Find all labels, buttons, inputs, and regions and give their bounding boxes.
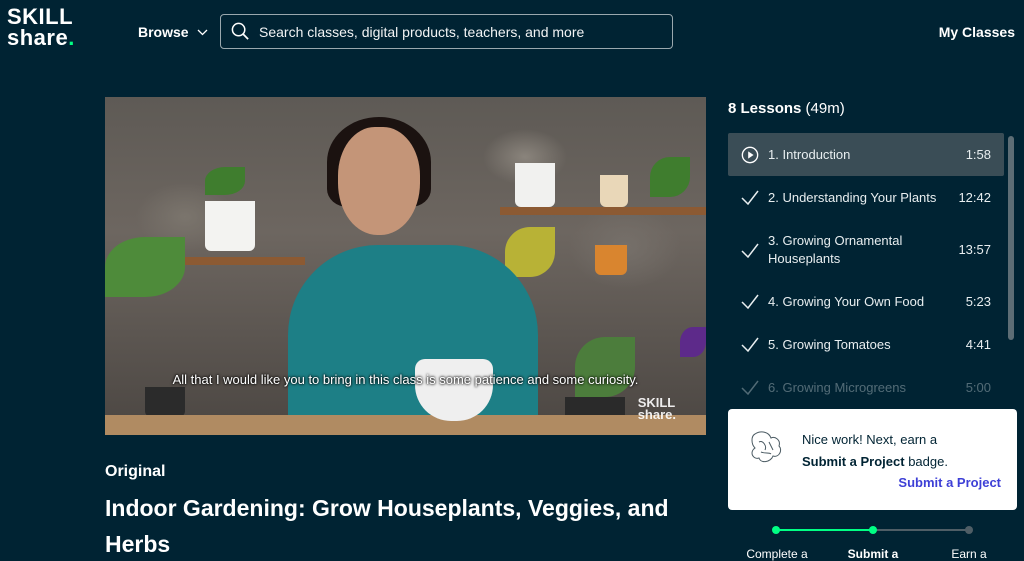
lesson-title: 2. Understanding Your Plants	[768, 190, 937, 205]
lesson-list: 1. Introduction 1:58 2. Understanding Yo…	[728, 133, 1004, 405]
lesson-duration: 5:00	[965, 380, 991, 395]
lesson-count: 8 Lessons	[728, 100, 802, 117]
skillshare-logo[interactable]: SKILL share.	[7, 4, 75, 50]
lesson-list-scrollbar[interactable]	[1008, 136, 1014, 340]
lesson-item[interactable]: 2. Understanding Your Plants 12:42	[728, 176, 1004, 219]
presenter-face	[338, 127, 420, 235]
plant-pot	[600, 175, 628, 207]
top-nav: SKILL share. Browse My Classes	[0, 0, 1024, 64]
browse-menu[interactable]: Browse	[138, 24, 208, 40]
progress-step-dot	[869, 526, 877, 534]
video-watermark: SKILL share.	[637, 395, 676, 422]
checkmark-icon	[739, 379, 761, 397]
plant-pot	[145, 387, 185, 417]
checkmark-icon	[739, 293, 761, 311]
original-badge: Original	[105, 463, 166, 480]
lesson-duration: 12:42	[958, 190, 991, 205]
lessons-header: 8 Lessons (49m)	[728, 100, 845, 117]
my-classes-link[interactable]: My Classes	[939, 24, 1015, 40]
progress-step-dot	[965, 526, 973, 534]
video-player[interactable]: All that I would like you to bring in th…	[105, 97, 706, 435]
progress-line-complete	[776, 529, 872, 531]
submit-project-link[interactable]: Submit a Project	[898, 475, 1001, 490]
shelf	[165, 257, 305, 265]
plant-leaves	[105, 237, 185, 297]
plant-pot	[515, 163, 555, 207]
progress-step-label: Submit a	[847, 547, 899, 561]
plant-leaves	[650, 157, 690, 197]
shelf	[500, 207, 706, 215]
search-bar[interactable]	[220, 14, 673, 49]
logo-line-2: share.	[7, 25, 75, 50]
table	[105, 415, 706, 435]
play-icon	[739, 146, 761, 164]
lesson-duration: 1:58	[965, 147, 991, 162]
lesson-duration: 5:23	[965, 294, 991, 309]
lesson-duration: 4:41	[965, 337, 991, 352]
lesson-title: 4. Growing Your Own Food	[768, 294, 925, 309]
course-title: Indoor Gardening: Grow Houseplants, Vegg…	[105, 495, 669, 557]
lesson-title: 6. Growing Microgreens	[768, 380, 906, 395]
browse-label: Browse	[138, 24, 189, 40]
progress-step-dot	[772, 526, 780, 534]
chevron-down-icon	[197, 29, 208, 35]
total-duration: (49m)	[805, 100, 845, 117]
logo-line-1: SKILL	[7, 4, 74, 29]
lesson-item[interactable]: 5. Growing Tomatoes 4:41	[728, 323, 1004, 366]
plant-flower	[680, 327, 706, 357]
plant-leaves	[505, 227, 555, 277]
checkmark-icon	[739, 336, 761, 354]
plant-leaves	[205, 167, 245, 195]
project-prompt-text: Nice work! Next, earn a Submit a Project…	[802, 432, 948, 469]
lesson-item[interactable]: 3. Growing Ornamental Houseplants 13:57	[728, 219, 1004, 280]
progress-step-label: Complete a	[746, 547, 808, 561]
plant-pot	[595, 245, 627, 275]
checkmark-icon	[739, 189, 761, 207]
progress-step-label: Earn a	[951, 547, 987, 561]
checkmark-icon	[739, 242, 761, 260]
lesson-title: 1. Introduction	[768, 147, 851, 162]
lesson-item[interactable]: 1. Introduction 1:58	[728, 133, 1004, 176]
lesson-item[interactable]: 6. Growing Microgreens 5:00	[728, 366, 1004, 405]
badge-illustration-icon	[751, 431, 782, 463]
video-subtitle: All that I would like you to bring in th…	[172, 372, 639, 387]
project-prompt-card: Nice work! Next, earn a Submit a Project…	[728, 409, 1017, 510]
plant-pot	[205, 201, 255, 251]
lesson-title: 5. Growing Tomatoes	[768, 337, 891, 352]
progress-line-incomplete	[874, 529, 968, 531]
lesson-title: 3. Growing Ornamental Houseplants	[768, 233, 903, 266]
lesson-item[interactable]: 4. Growing Your Own Food 5:23	[728, 280, 1004, 323]
plant-leaves	[575, 337, 635, 397]
search-input[interactable]	[259, 23, 659, 40]
lesson-duration: 13:57	[958, 242, 991, 257]
search-icon	[231, 22, 249, 40]
presenter-body	[288, 245, 538, 435]
